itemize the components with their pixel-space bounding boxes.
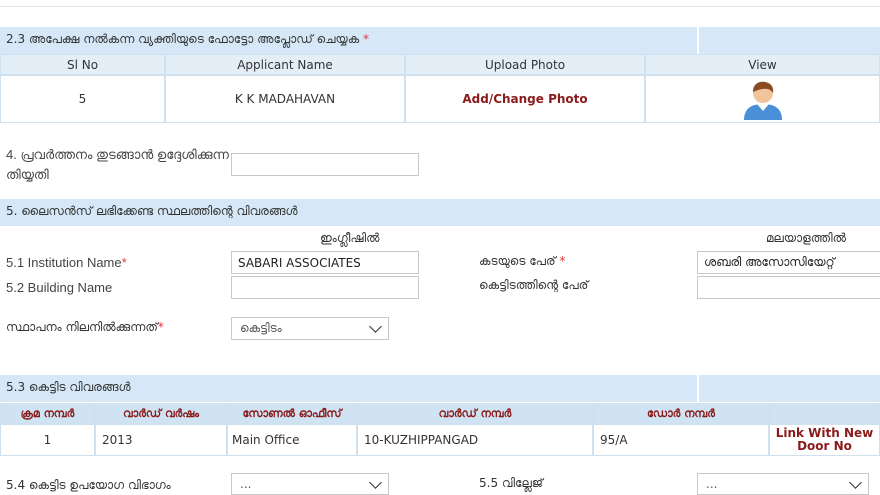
shop-name-label: കടയുടെ പേര് * xyxy=(479,254,566,268)
col-header-serial: ക്രമ നമ്പർ xyxy=(0,403,95,424)
village-select[interactable]: ... xyxy=(697,473,869,495)
chevron-down-icon xyxy=(369,320,382,333)
section-5-3-title: 5.3 കെട്ടിട വിവരങ്ങൾ xyxy=(6,380,131,394)
start-date-input[interactable] xyxy=(231,153,419,176)
shop-name-input[interactable]: ശബരി അസോസിയേറ്റ് xyxy=(697,251,880,274)
institution-name-label: 5.1 Institution Name* xyxy=(6,255,127,270)
building-row-office: Main Office xyxy=(227,424,357,456)
building-row-door: 95/A xyxy=(593,424,769,456)
building-row-action: Link With New Door No xyxy=(769,424,880,456)
chevron-down-icon xyxy=(849,475,862,489)
village-value: ... xyxy=(706,477,718,491)
col-header-upload-photo: Upload Photo xyxy=(405,54,645,75)
top-divider xyxy=(0,0,880,7)
section-5-3-header: 5.3 കെട്ടിട വിവരങ്ങൾ xyxy=(0,375,880,402)
building-name-ml-label: കെട്ടിടത്തിന്റെ പേര് xyxy=(479,278,589,292)
building-name-ml-input[interactable] xyxy=(697,276,880,299)
section-2-3-title: 2.3 അപേക്ഷ നൽകന്ന വ്യക്തിയുടെ ഫോട്ടോ അപ്… xyxy=(6,32,370,46)
add-change-photo-link[interactable]: Add/Change Photo xyxy=(462,92,587,106)
establishment-location-select[interactable]: കെട്ടിടം xyxy=(231,317,389,340)
col-header-applicant-name: Applicant Name xyxy=(165,54,405,75)
building-usage-select[interactable]: ... xyxy=(231,473,389,495)
col-header-sl-no: Sl No xyxy=(0,54,165,75)
col-header-action xyxy=(769,403,880,424)
section-2-3-header: 2.3 അപേക്ഷ നൽകന്ന വ്യക്തിയുടെ ഫോട്ടോ അപ്… xyxy=(0,27,880,54)
view-cell xyxy=(645,75,880,123)
establishment-location-value: കെട്ടിടം xyxy=(240,321,282,335)
building-row-year: 2013 xyxy=(95,424,227,456)
upload-photo-cell: Add/Change Photo xyxy=(405,75,645,123)
col-header-ward-year: വാർഡ് വർഷം xyxy=(95,403,227,424)
applicant-sl-no: 5 xyxy=(0,75,165,123)
col-header-view: View xyxy=(645,54,880,75)
village-label: 5.5 വില്ലേജ് xyxy=(479,476,543,490)
building-name-input[interactable] xyxy=(231,276,419,299)
institution-name-input[interactable]: SABARI ASSOCIATES xyxy=(231,251,419,274)
malayalam-column-label: മലയാളത്തിൽ xyxy=(766,231,846,245)
building-row-serial: 1 xyxy=(0,424,95,456)
col-header-door-number: ഡോർ നമ്പർ xyxy=(593,403,769,424)
establishment-location-label: സ്ഥാപനം നിലനിൽക്കുന്നത്* xyxy=(6,320,164,334)
link-new-door-line2[interactable]: Door No xyxy=(797,440,852,453)
english-column-label: ഇംഗ്ലീഷിൽ xyxy=(320,231,380,245)
building-usage-label: 5.4 കെട്ടിട ഉപയോഗ വിഭാഗം xyxy=(6,478,171,492)
applicant-name: K K MADAHAVAN xyxy=(165,75,405,123)
col-header-ward-number: വാർഡ് നമ്പർ xyxy=(357,403,593,424)
section-5-title: 5. ലൈസൻസ് ലഭിക്കേണ്ട സ്ഥലത്തിന്റെ വിവരങ്… xyxy=(6,204,298,218)
section-5-header: 5. ലൈസൻസ് ലഭിക്കേണ്ട സ്ഥലത്തിന്റെ വിവരങ്… xyxy=(0,199,880,226)
avatar-icon[interactable] xyxy=(740,78,786,120)
col-header-zonal-office: സോണൽ ഓഫീസ് xyxy=(227,403,357,424)
chevron-down-icon xyxy=(369,475,382,489)
building-usage-value: ... xyxy=(240,477,252,491)
building-name-label: 5.2 Building Name xyxy=(6,280,113,295)
start-date-label: 4. പ്രവർത്തനം തുടങ്ങാൻ ഉദ്ദേശിക്കുന്ന തി… xyxy=(6,147,229,182)
building-row-ward: 10-KUZHIPPANGAD xyxy=(357,424,593,456)
